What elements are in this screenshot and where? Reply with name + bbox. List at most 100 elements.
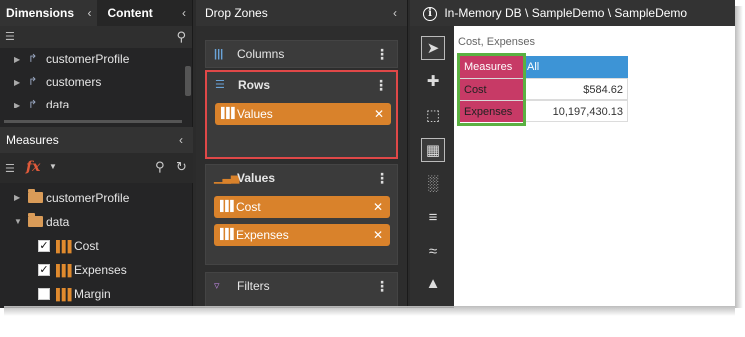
filters-label: Filters (237, 279, 270, 293)
collapse-left-icon[interactable]: ‹ (182, 0, 186, 26)
remove-icon[interactable]: ✕ (373, 196, 383, 218)
tree-item-label: customerProfile (46, 52, 130, 66)
column-chart-icon[interactable]: ░ (421, 172, 445, 196)
torn-edge-shadow (4, 306, 735, 316)
folder-label: customerProfile (46, 191, 130, 205)
expand-arrow-icon[interactable]: ▶ (14, 186, 20, 210)
highlight-box (457, 53, 526, 126)
all-header-cell[interactable]: All (523, 56, 628, 78)
report-canvas: Cost, Expenses Measures All Cost $584.62… (454, 26, 735, 308)
more-options-icon[interactable]: ⋮ (375, 165, 389, 191)
measure-label: Margin (74, 287, 111, 301)
tree-item-data[interactable]: ▶ ↱ data (0, 94, 192, 108)
bar-chart-icon: ▌▌▌ (56, 241, 75, 253)
list-view-icon[interactable]: ☰ (5, 162, 15, 175)
vertical-scrollbar[interactable] (185, 66, 191, 96)
values-chip-expenses[interactable]: ▌▌▌ Expenses ✕ (214, 224, 390, 246)
more-options-icon[interactable]: ⋮ (375, 41, 389, 67)
app-window: Dimensions ‹ Content ‹ ☰ ⚲ ▶ ↱ customerP… (0, 0, 735, 308)
rows-label: Rows (238, 78, 271, 92)
expand-arrow-icon[interactable]: ▶ (14, 71, 20, 94)
formula-icon[interactable]: fx (26, 159, 40, 175)
tree-item-customerprofile[interactable]: ▶ ↱ customerProfile (0, 48, 192, 71)
collapse-measures-icon[interactable]: ‹ (179, 127, 183, 153)
measure-item-expenses[interactable]: ✓ ▌▌▌ Expenses (0, 258, 193, 282)
values-zone-title: ▁▃▅ Values ⋮ (206, 165, 397, 191)
collapse-arrow-icon[interactable]: ▼ (14, 210, 22, 234)
report-subtitle: Cost, Expenses (458, 36, 536, 48)
values-zone[interactable]: ▁▃▅ Values ⋮ ▌▌▌ Cost ✕ ▌▌▌ Expenses ✕ (205, 164, 398, 265)
info-icon[interactable]: i (423, 6, 437, 21)
remove-icon[interactable]: ✕ (373, 224, 383, 246)
measure-label: Cost (74, 239, 99, 253)
bar-chart-icon[interactable]: ≡ (421, 206, 445, 230)
bar-chart-icon: ▌▌▌ (221, 108, 238, 119)
visual-toolbar: ➤ ✚ ⬚ ▦ ░ ≡ ≈ ▲ (410, 26, 454, 308)
hierarchy-icon: ↱ (28, 53, 38, 65)
dimension-tree: ▶ ↱ customerProfile ▶ ↱ customers ▶ ↱ da… (0, 48, 192, 108)
drop-zones-header: Drop Zones ‹ (196, 0, 407, 26)
more-options-icon[interactable]: ⋮ (375, 273, 389, 299)
bar-chart-icon: ▌▌▌ (56, 265, 75, 277)
refresh-icon[interactable]: ↻ (176, 159, 187, 175)
expand-arrow-icon[interactable]: ▶ (14, 94, 20, 108)
panel-tabs: Dimensions ‹ Content ‹ (0, 0, 192, 26)
area-chart-icon[interactable]: ▲ (421, 272, 445, 296)
checkbox[interactable]: ✓ (38, 264, 50, 276)
report-header: i In-Memory DB \ SampleDemo \ SampleDemo (410, 0, 735, 26)
tree-item-label: customers (46, 75, 102, 89)
search-icon[interactable]: ⚲ (155, 159, 165, 175)
report-path: In-Memory DB \ SampleDemo \ SampleDemo (444, 6, 688, 20)
tab-content[interactable]: Content ‹ (97, 0, 192, 26)
chevron-down-icon[interactable]: ▼ (49, 162, 57, 171)
rows-zone[interactable]: ☰ Rows ⋮ ▌▌▌ Values ✕ (205, 70, 398, 159)
list-view-icon[interactable]: ☰ (5, 30, 15, 43)
tree-item-customers[interactable]: ▶ ↱ customers (0, 71, 192, 94)
dimensions-toolbar: ☰ ⚲ (0, 26, 192, 48)
measure-item-margin[interactable]: ▌▌▌ Margin (0, 282, 193, 306)
search-icon[interactable]: ⚲ (176, 29, 186, 45)
line-chart-icon[interactable]: ≈ (421, 240, 445, 264)
select-area-icon[interactable]: ⬚ (421, 104, 445, 128)
folder-icon (28, 213, 43, 227)
bar-chart-icon: ▌▌▌ (56, 289, 75, 301)
left-panel: Dimensions ‹ Content ‹ ☰ ⚲ ▶ ↱ customerP… (0, 0, 193, 308)
collapse-left-icon[interactable]: ‹ (87, 0, 91, 26)
value-cell[interactable]: 10,197,430.13 (523, 100, 628, 122)
measures-toolbar: ☰ fx ▼ ⚲ ↻ (0, 153, 193, 183)
rows-zone-title: ☰ Rows ⋮ (207, 72, 396, 98)
values-chip-cost[interactable]: ▌▌▌ Cost ✕ (214, 196, 390, 218)
tab-content-label: Content (107, 6, 153, 20)
tab-dimensions[interactable]: Dimensions ‹ (0, 0, 98, 26)
measure-item-cost[interactable]: ✓ ▌▌▌ Cost (0, 234, 193, 258)
rows-icon: ☰ (215, 79, 225, 91)
measures-title: Measures (6, 133, 59, 147)
columns-zone-title: ||| Columns ⋮ (206, 41, 397, 67)
chip-label: Values (237, 107, 273, 121)
values-icon: ▁▃▅ (214, 172, 240, 184)
grid-view-icon[interactable]: ▦ (421, 138, 445, 162)
checkbox[interactable]: ✓ (38, 240, 50, 252)
chip-label: Cost (236, 200, 261, 214)
folder-data[interactable]: ▼ data (0, 210, 193, 234)
tree-item-label: data (46, 98, 70, 108)
filters-zone[interactable]: ▿ Filters ⋮ (205, 272, 398, 308)
rows-chip-values[interactable]: ▌▌▌ Values ✕ (215, 103, 391, 125)
torn-edge-shadow (735, 6, 743, 308)
chip-label: Expenses (236, 228, 289, 242)
value-cell[interactable]: $584.62 (523, 78, 628, 100)
checkbox[interactable] (38, 288, 50, 300)
collapse-dropzones-icon[interactable]: ‹ (393, 0, 397, 26)
horizontal-scrollbar[interactable] (4, 120, 182, 123)
expand-arrow-icon[interactable]: ▶ (14, 48, 20, 71)
pointer-tool-icon[interactable]: ➤ (421, 36, 445, 60)
crosshair-tool-icon[interactable]: ✚ (421, 70, 445, 94)
drop-zones-panel: Drop Zones ‹ ||| Columns ⋮ ☰ Rows ⋮ ▌▌▌ … (196, 0, 408, 308)
folder-label: data (46, 215, 70, 229)
columns-zone[interactable]: ||| Columns ⋮ (205, 40, 398, 68)
tab-dimensions-label: Dimensions (6, 6, 75, 20)
remove-icon[interactable]: ✕ (374, 103, 384, 125)
folder-customerprofile[interactable]: ▶ customerProfile (0, 186, 193, 210)
more-options-icon[interactable]: ⋮ (374, 72, 388, 98)
hierarchy-icon: ↱ (28, 76, 38, 88)
